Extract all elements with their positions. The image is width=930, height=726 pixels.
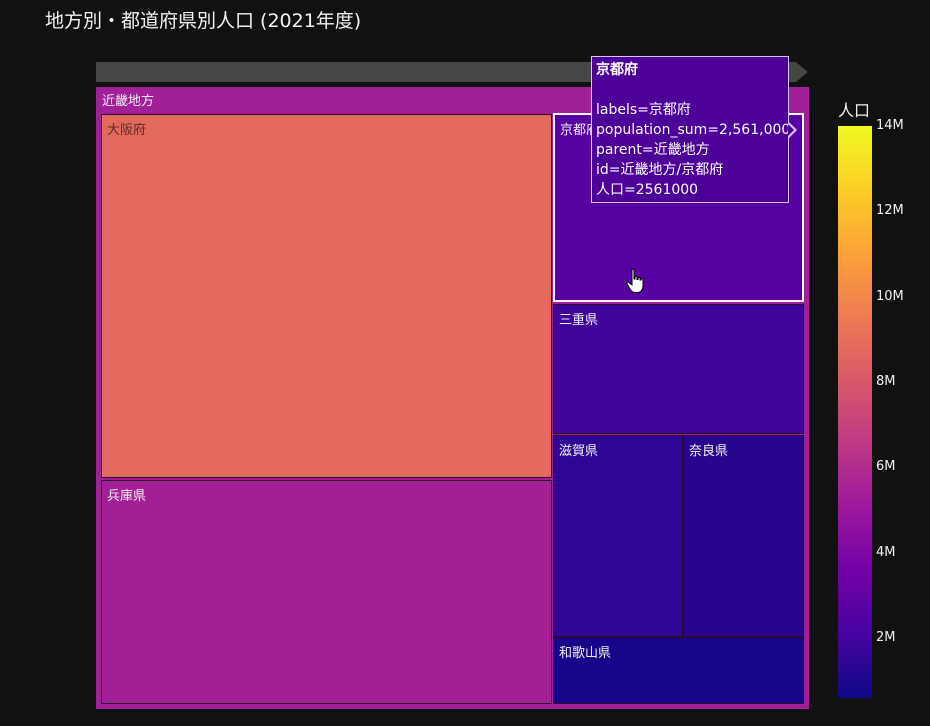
treemap-tile-label: 兵庫県 xyxy=(107,489,147,504)
colorbar-tick-label: 12M xyxy=(876,203,904,219)
tooltip-title: 京都府 xyxy=(596,62,638,78)
tooltip-line-parent: parent=近畿地方 xyxy=(596,142,710,158)
colorbar-tick-label: 8M xyxy=(876,374,896,390)
tooltip-line-population: population_sum=2,561,000 xyxy=(596,122,791,138)
hand-pointer-icon xyxy=(626,268,644,293)
treemap-tile-osaka[interactable]: 大阪府 xyxy=(101,114,552,478)
tooltip-line-labels: labels=京都府 xyxy=(596,102,691,118)
pathbar-arrow xyxy=(796,62,808,82)
treemap-root-label: 近畿地方 xyxy=(102,94,155,109)
tooltip-caret-inner xyxy=(788,124,794,136)
tooltip-spacer xyxy=(596,80,784,100)
tooltip-line-id: id=近畿地方/京都府 xyxy=(596,162,724,178)
treemap-tile-hyogo[interactable]: 兵庫県 xyxy=(101,480,552,704)
tooltip-line-value: 人口=2561000 xyxy=(596,182,699,198)
colorbar-tick-label: 4M xyxy=(876,544,896,560)
colorbar-tick-label: 14M xyxy=(876,118,904,133)
chart-title: 地方別・都道府県別人口 (2021年度) xyxy=(45,10,362,32)
treemap-tile-label: 大阪府 xyxy=(107,123,147,138)
treemap-tile-label: 奈良県 xyxy=(689,444,729,459)
treemap-tile-label: 滋賀県 xyxy=(559,444,599,459)
treemap-tile-label: 和歌山県 xyxy=(559,646,612,661)
colorbar-tick-label: 6M xyxy=(876,459,896,475)
treemap-figure: 地方別・都道府県別人口 (2021年度) 近畿地方大阪府兵庫県 京都府三重県滋賀県… xyxy=(0,0,930,726)
treemap-tile-mie[interactable]: 三重県 xyxy=(553,304,804,434)
hover-tooltip: 京都府 labels=京都府 population_sum=2,561,000 … xyxy=(591,56,791,203)
treemap-tile-nara[interactable]: 奈良県 xyxy=(683,435,804,637)
treemap-tile-wakayama[interactable]: 和歌山県 xyxy=(553,637,804,704)
colorbar-title: 人口 xyxy=(838,101,871,120)
colorbar-tick-label: 10M xyxy=(876,288,904,304)
treemap-tile-label: 三重県 xyxy=(559,313,599,328)
colorbar-tick-label: 2M xyxy=(876,630,896,646)
colorbar xyxy=(838,126,872,698)
treemap-tile-shiga[interactable]: 滋賀県 xyxy=(553,435,683,637)
